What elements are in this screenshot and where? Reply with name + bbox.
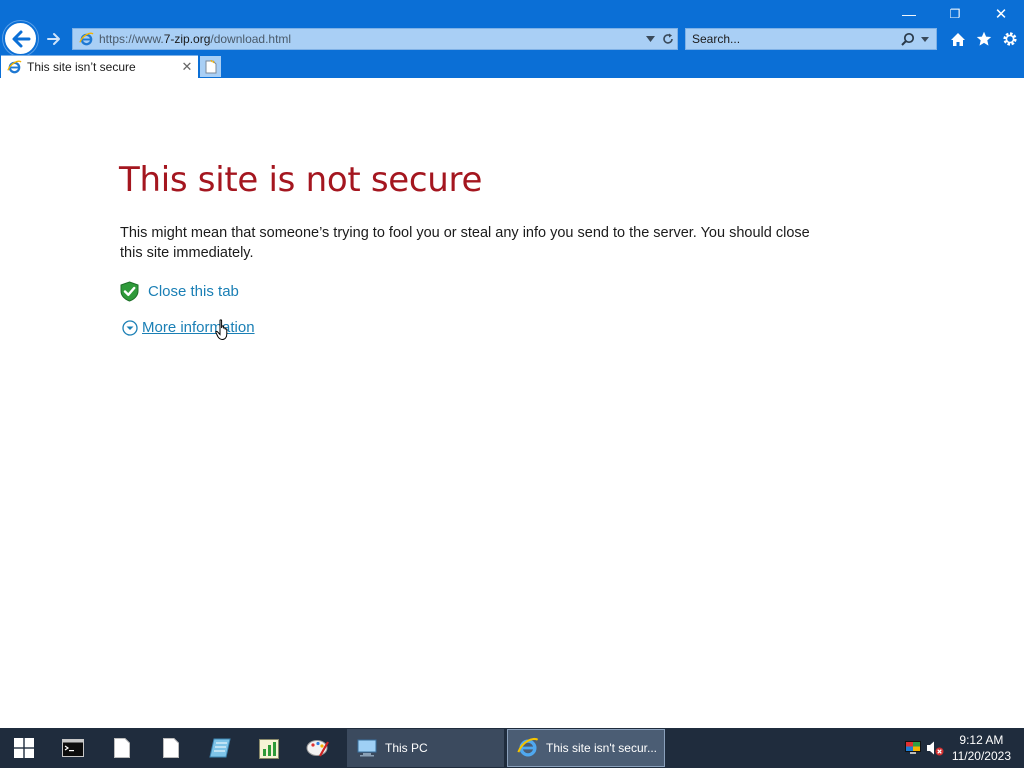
internet-explorer-icon [516, 736, 540, 760]
close-icon: ✕ [994, 6, 1008, 23]
volume-muted-icon[interactable] [924, 737, 946, 759]
taskbar-notepad[interactable] [195, 728, 244, 768]
favorites-star-icon[interactable] [972, 27, 996, 51]
notepad-icon [208, 738, 231, 758]
command-icons [946, 27, 1022, 51]
address-dropdown-icon[interactable] [641, 29, 659, 49]
paint-icon [306, 740, 329, 757]
internet-explorer-icon [5, 58, 23, 76]
expand-chevron-icon [122, 319, 138, 336]
start-button[interactable] [0, 728, 48, 768]
refresh-icon[interactable] [659, 29, 677, 49]
taskbar-window-this-pc[interactable]: This PC [347, 729, 504, 767]
window-controls: — ❐ ✕ [886, 0, 1024, 28]
taskbar: This PC This site isn't secur... 9:12 AM… [0, 728, 1024, 768]
spreadsheet-icon [258, 739, 279, 759]
address-bar[interactable]: https://www.7-zip.org/download.html [72, 28, 678, 50]
back-button[interactable] [3, 21, 38, 56]
address-domain: 7-zip.org [163, 32, 211, 46]
close-this-tab-label: Close this tab [148, 283, 239, 300]
color-display-icon[interactable] [902, 737, 924, 759]
search-box[interactable]: Search... [685, 28, 937, 50]
windows-logo-icon [14, 738, 34, 758]
browser-chrome: — ❐ ✕ https://www.7-zip.org/download.htm… [0, 0, 1024, 78]
address-path: /download.html [210, 32, 292, 46]
minimize-icon: — [902, 6, 916, 22]
settings-gear-icon[interactable] [998, 27, 1022, 51]
file-icon [162, 738, 179, 758]
new-tab-icon [205, 59, 216, 73]
taskbar-command-prompt[interactable] [48, 728, 97, 768]
taskbar-window-label: This PC [385, 741, 428, 755]
command-prompt-icon [61, 739, 84, 757]
internet-explorer-icon [77, 30, 95, 48]
page-description: This might mean that someone’s trying to… [120, 225, 810, 261]
back-arrow-icon [12, 30, 30, 47]
page-content: This site is not secure This might mean … [0, 78, 1024, 728]
taskbar-spreadsheet[interactable] [244, 728, 293, 768]
search-dropdown-icon[interactable] [918, 29, 932, 49]
minimize-button[interactable]: — [886, 0, 932, 28]
new-tab-button[interactable] [200, 56, 221, 77]
taskbar-window-browser[interactable]: This site isn't secur... [507, 729, 665, 767]
search-icon[interactable] [898, 29, 918, 49]
tab-title: This site isn’t secure [27, 60, 136, 74]
hand-cursor-icon [215, 319, 228, 341]
search-input[interactable]: Search... [692, 32, 898, 46]
restore-button[interactable]: ❐ [932, 0, 978, 28]
taskbar-file-1[interactable] [97, 728, 146, 768]
taskbar-window-label: This site isn't secur... [546, 741, 657, 755]
home-icon[interactable] [946, 27, 970, 51]
system-tray: 9:12 AM 11/20/2023 [902, 728, 1024, 768]
file-icon [113, 738, 130, 758]
taskbar-file-2[interactable] [146, 728, 195, 768]
address-url[interactable]: https://www.7-zip.org/download.html [99, 32, 641, 46]
more-information-label: More information [142, 319, 255, 336]
tab-active[interactable]: This site isn’t secure ✕ [1, 55, 198, 78]
shield-check-icon [120, 281, 139, 302]
close-window-button[interactable]: ✕ [978, 0, 1024, 28]
clock-date: 11/20/2023 [951, 749, 1011, 763]
taskbar-paint[interactable] [293, 728, 342, 768]
restore-icon: ❐ [949, 7, 961, 21]
close-this-tab-link[interactable]: Close this tab [120, 281, 239, 302]
computer-icon [355, 736, 379, 760]
forward-arrow-icon [47, 33, 60, 45]
address-prefix: https://www. [99, 32, 164, 46]
clock-time: 9:12 AM [959, 733, 1004, 747]
more-information-link[interactable]: More information [122, 319, 255, 336]
clock[interactable]: 9:12 AM 11/20/2023 [952, 732, 1011, 764]
close-tab-icon[interactable]: ✕ [178, 58, 196, 76]
page-title: This site is not secure [119, 160, 483, 200]
forward-button[interactable] [41, 27, 67, 51]
